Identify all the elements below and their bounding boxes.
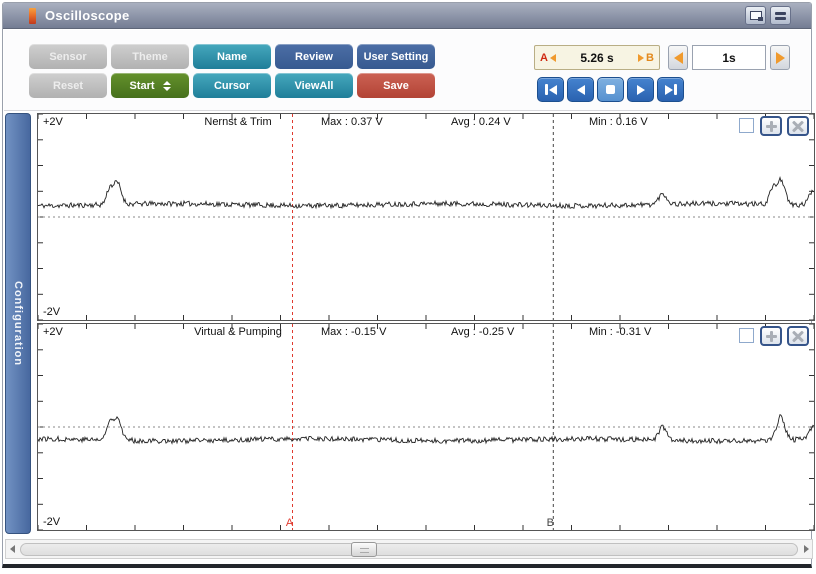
- channel-title: Nernst & Trim: [166, 116, 310, 128]
- svg-text:A: A: [286, 517, 294, 529]
- y-max-label: +2V: [43, 116, 63, 128]
- skip-to-start-icon: [545, 84, 548, 95]
- step-back-icon: [577, 85, 585, 95]
- panel-checkbox[interactable]: [739, 328, 754, 343]
- panel-close-button[interactable]: [787, 116, 809, 136]
- window-title: Oscilloscope: [45, 8, 130, 23]
- skip-to-end-button[interactable]: [657, 77, 684, 102]
- window-bars-icon: [775, 12, 786, 20]
- cursor-b-label: B: [646, 52, 654, 64]
- y-min-label: -2V: [43, 306, 60, 318]
- step-forward-button[interactable]: [627, 77, 654, 102]
- configuration-tab-label: Configuration: [12, 281, 24, 366]
- timebase-decrease-button[interactable]: [668, 45, 688, 70]
- cursor-button[interactable]: Cursor: [193, 73, 271, 98]
- popout-window-button[interactable]: [745, 6, 766, 25]
- user-setting-button[interactable]: User Setting: [357, 44, 435, 69]
- waveform-plot: [38, 114, 814, 320]
- scrollbar-track[interactable]: [20, 543, 798, 556]
- waveform-plot: AB: [38, 324, 814, 530]
- scroll-right-icon[interactable]: [800, 540, 812, 558]
- playback-controls: [537, 77, 684, 102]
- arrow-left-icon: [550, 54, 556, 62]
- reset-button[interactable]: Reset: [29, 73, 107, 98]
- app-window: Oscilloscope Sensor Theme Name Review Us…: [2, 2, 812, 568]
- y-max-label: +2V: [43, 326, 63, 338]
- popout-window-icon: [750, 11, 762, 20]
- step-forward-icon: [637, 85, 645, 95]
- viewall-button[interactable]: ViewAll: [275, 73, 353, 98]
- arrow-right-icon: [638, 54, 644, 62]
- toolbar: Sensor Theme Name Review User Setting Re…: [4, 30, 810, 111]
- arrow-left-icon: [674, 52, 683, 64]
- save-button[interactable]: Save: [357, 73, 435, 98]
- stop-icon: [606, 85, 615, 94]
- timebase-value: 1s: [692, 45, 766, 70]
- close-icon: [792, 330, 804, 342]
- start-button-label: Start: [129, 80, 154, 92]
- name-button[interactable]: Name: [193, 44, 271, 69]
- channel-title: Virtual & Pumping: [166, 326, 310, 338]
- cursor-delta-value: 5.26 s: [580, 51, 613, 65]
- window-bars-button[interactable]: [770, 6, 791, 25]
- cursor-a-label: A: [540, 52, 548, 64]
- spinner-arrows-icon: [163, 81, 171, 91]
- avg-readout: Avg : 0.24 V: [451, 116, 511, 128]
- panel-add-button[interactable]: [760, 326, 782, 346]
- horizontal-scrollbar: [5, 539, 813, 559]
- avg-readout: Avg : -0.25 V: [451, 326, 514, 338]
- review-button[interactable]: Review: [275, 44, 353, 69]
- configuration-tab[interactable]: Configuration: [5, 113, 31, 534]
- scope-panel-virtual-pumping: AB +2V Virtual & Pumping Max : -0.15 V A…: [37, 323, 815, 531]
- titlebar: Oscilloscope: [3, 3, 811, 29]
- timebase-increase-button[interactable]: [770, 45, 790, 70]
- start-button[interactable]: Start: [111, 73, 189, 98]
- theme-button[interactable]: Theme: [111, 44, 189, 69]
- plus-icon: [766, 331, 777, 342]
- scroll-left-icon[interactable]: [6, 540, 18, 558]
- min-readout: Min : 0.16 V: [589, 116, 648, 128]
- arrow-right-icon: [776, 52, 785, 64]
- close-icon: [792, 120, 804, 132]
- app-icon: [29, 8, 36, 24]
- scope-panel-nernst-trim: +2V Nernst & Trim Max : 0.37 V Avg : 0.2…: [37, 113, 815, 321]
- max-readout: Max : 0.37 V: [321, 116, 383, 128]
- svg-text:B: B: [547, 517, 554, 529]
- scrollbar-thumb[interactable]: [351, 542, 377, 557]
- min-readout: Min : -0.31 V: [589, 326, 651, 338]
- panel-close-button[interactable]: [787, 326, 809, 346]
- skip-to-end-icon: [665, 85, 673, 95]
- skip-to-start-button[interactable]: [537, 77, 564, 102]
- max-readout: Max : -0.15 V: [321, 326, 386, 338]
- step-back-button[interactable]: [567, 77, 594, 102]
- plus-icon: [766, 121, 777, 132]
- cursor-delta-readout: A 5.26 s B: [534, 45, 660, 70]
- panel-add-button[interactable]: [760, 116, 782, 136]
- panel-checkbox[interactable]: [739, 118, 754, 133]
- stop-button[interactable]: [597, 77, 624, 102]
- y-min-label: -2V: [43, 516, 60, 528]
- window-controls: [745, 6, 791, 25]
- sensor-button[interactable]: Sensor: [29, 44, 107, 69]
